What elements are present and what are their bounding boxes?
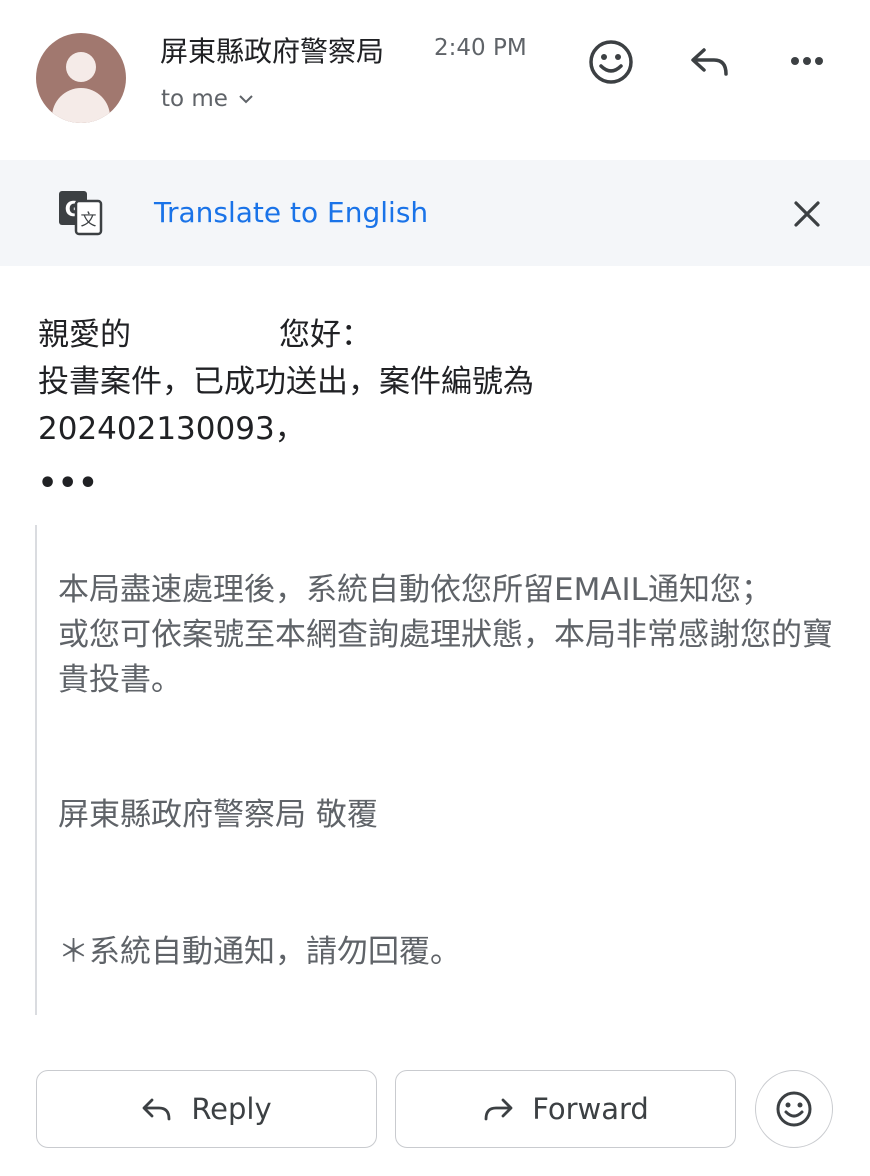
message-body: 親愛的 您好： 投書案件，已成功送出，案件編號為 202402130093， bbox=[38, 312, 534, 453]
email-view: 屏東縣政府警察局 2:40 PM to me G 文 Translate to … bbox=[0, 0, 870, 1176]
quoted-paragraph-1: 本局盡速處理後，系統自動依您所留EMAIL通知您； bbox=[58, 572, 772, 608]
message-line-2: 投書案件，已成功送出，案件編號為 bbox=[38, 364, 534, 400]
avatar-body-shape bbox=[52, 88, 110, 123]
reply-button-label: Reply bbox=[191, 1092, 272, 1126]
message-line-3: 202402130093， bbox=[38, 411, 306, 447]
close-translate-button[interactable] bbox=[786, 193, 828, 235]
reply-icon bbox=[142, 1098, 171, 1121]
forward-button[interactable]: Forward bbox=[395, 1070, 736, 1148]
forward-icon bbox=[484, 1098, 513, 1121]
translate-bar: G 文 Translate to English bbox=[0, 160, 870, 266]
more-options-icon bbox=[791, 57, 823, 65]
add-reaction-button[interactable] bbox=[585, 36, 637, 88]
translate-link[interactable]: Translate to English bbox=[154, 196, 428, 229]
add-reaction-icon bbox=[776, 1091, 812, 1127]
quoted-signature: 屏東縣政府警察局 敬覆 bbox=[58, 797, 378, 833]
reply-button[interactable]: Reply bbox=[36, 1070, 377, 1148]
quote-divider bbox=[35, 525, 37, 1015]
reply-header-button[interactable] bbox=[684, 38, 736, 86]
greeting-start: 親愛的 bbox=[38, 317, 131, 353]
svg-text:文: 文 bbox=[80, 210, 96, 229]
email-time: 2:40 PM bbox=[434, 35, 527, 61]
close-icon bbox=[794, 201, 820, 227]
quoted-text: 本局盡速處理後，系統自動依您所留EMAIL通知您； 或您可依案號至本網查詢處理狀… bbox=[58, 568, 848, 975]
greeting-line: 親愛的 您好： bbox=[38, 312, 534, 359]
sender-name[interactable]: 屏東縣政府警察局 bbox=[160, 30, 384, 70]
chevron-down-icon bbox=[239, 95, 253, 104]
add-reaction-icon bbox=[589, 40, 633, 84]
react-button[interactable] bbox=[755, 1070, 833, 1148]
sender-avatar[interactable] bbox=[36, 33, 126, 123]
forward-button-label: Forward bbox=[532, 1092, 649, 1126]
show-trimmed-content-button[interactable]: ••• bbox=[38, 466, 99, 501]
greeting-end: 您好： bbox=[279, 317, 372, 353]
google-translate-icon: G 文 bbox=[59, 191, 103, 236]
recipient-toggle[interactable]: to me bbox=[161, 86, 254, 112]
reply-icon bbox=[691, 48, 728, 76]
quoted-notice: ＊系統自動通知，請勿回覆。 bbox=[58, 934, 461, 970]
more-options-button[interactable] bbox=[784, 44, 830, 78]
avatar-head-shape bbox=[66, 52, 96, 82]
recipient-label: to me bbox=[161, 86, 228, 112]
quoted-paragraph-2: 或您可依案號至本網查詢處理狀態，本局非常感謝您的寶貴投書。 bbox=[58, 617, 833, 698]
